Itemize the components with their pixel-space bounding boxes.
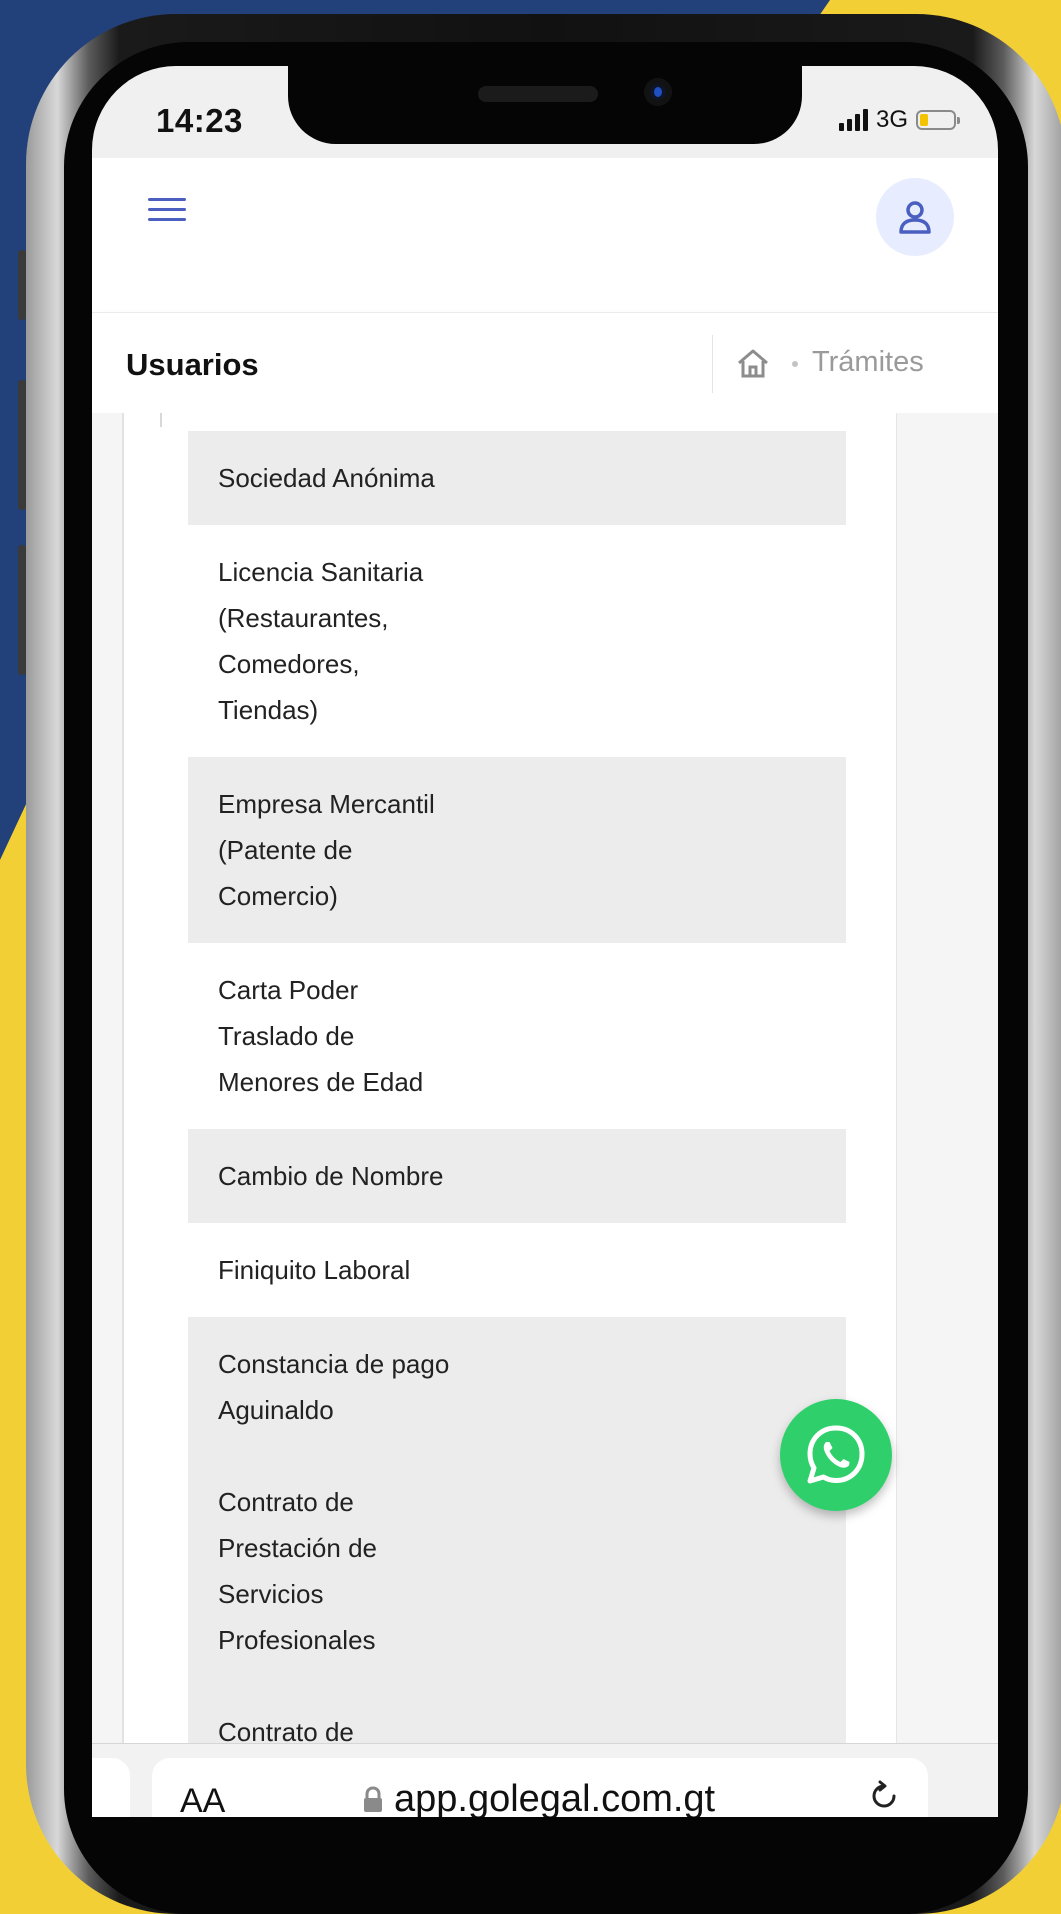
status-time: 14:23 bbox=[156, 102, 243, 139]
page-title: Usuarios bbox=[126, 347, 259, 382]
user-avatar-button[interactable] bbox=[876, 178, 954, 256]
title-bar: Usuarios Trámites bbox=[92, 313, 998, 413]
user-icon bbox=[899, 201, 931, 234]
phone-volume-up bbox=[18, 380, 26, 510]
card-divider bbox=[160, 413, 162, 427]
hamburger-menu-icon[interactable] bbox=[148, 198, 186, 226]
phone-notch bbox=[288, 66, 802, 144]
front-camera bbox=[644, 78, 672, 106]
battery-icon bbox=[916, 110, 960, 130]
list-item[interactable]: Constancia de pago Aguinaldo Contrato de… bbox=[188, 1317, 846, 1743]
list-item[interactable]: Carta Poder Traslado de Menores de Edad bbox=[188, 943, 846, 1129]
previous-tab-pill[interactable] bbox=[92, 1758, 130, 1817]
whatsapp-button[interactable] bbox=[780, 1399, 892, 1511]
app-header bbox=[92, 158, 998, 313]
content-card: Sociedad Anónima Licencia Sanitaria (Res… bbox=[124, 413, 896, 1743]
breadcrumb-current[interactable]: Trámites bbox=[812, 346, 924, 379]
tramites-list: Sociedad Anónima Licencia Sanitaria (Res… bbox=[188, 431, 846, 1743]
signal-icon bbox=[838, 109, 868, 131]
address-bar[interactable]: AA app.golegal.com.gt bbox=[152, 1758, 928, 1817]
list-item[interactable]: Sociedad Anónima bbox=[188, 431, 846, 525]
network-type: 3G bbox=[875, 106, 908, 133]
url-text: app.golegal.com.gt bbox=[394, 1778, 716, 1817]
phone-volume-down bbox=[18, 545, 26, 675]
speaker-grille bbox=[478, 86, 598, 102]
list-item[interactable]: Licencia Sanitaria (Restaurantes, Comedo… bbox=[188, 525, 846, 757]
breadcrumb-divider bbox=[712, 335, 713, 393]
status-indicators: 3G bbox=[838, 106, 960, 134]
home-icon[interactable] bbox=[736, 347, 770, 379]
text-size-button[interactable]: AA bbox=[180, 1782, 225, 1817]
reload-icon[interactable] bbox=[868, 1780, 900, 1812]
list-item[interactable]: Empresa Mercantil (Patente de Comercio) bbox=[188, 757, 846, 943]
whatsapp-icon bbox=[807, 1425, 865, 1484]
phone-side-button bbox=[18, 250, 26, 320]
card-border-right bbox=[896, 413, 897, 1743]
url-display[interactable]: app.golegal.com.gt bbox=[362, 1778, 715, 1817]
content-area[interactable]: Sociedad Anónima Licencia Sanitaria (Res… bbox=[92, 413, 998, 1743]
list-item[interactable]: Finiquito Laboral bbox=[188, 1223, 846, 1317]
phone-screen: Usuarios Trámites Sociedad Anónima Licen… bbox=[92, 66, 998, 1817]
lock-icon bbox=[364, 1785, 382, 1812]
browser-bottom-bar: AA app.golegal.com.gt bbox=[92, 1743, 998, 1817]
list-item[interactable]: Cambio de Nombre bbox=[188, 1129, 846, 1223]
breadcrumb-dot bbox=[792, 361, 798, 367]
